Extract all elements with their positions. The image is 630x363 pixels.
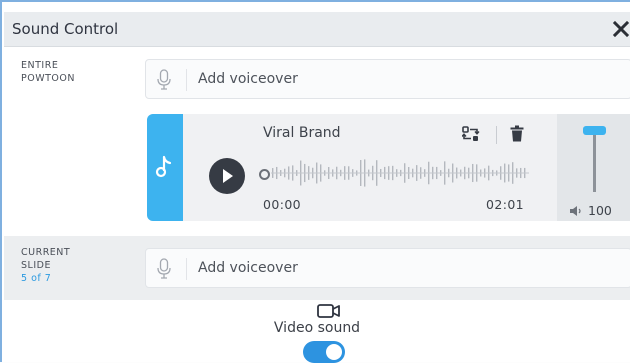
dialog-header: Sound Control <box>4 12 630 47</box>
sound-control-panel: Sound Control ENTIRE POWTOON Add voiceov… <box>0 0 630 363</box>
current-slide-voiceover-field[interactable]: Add voiceover <box>145 248 630 288</box>
play-icon <box>223 169 233 183</box>
microphone-icon <box>157 69 171 90</box>
audio-waveform[interactable] <box>271 152 529 194</box>
track-area: Viral Brand 00:00 02:01 100 <box>4 104 630 236</box>
volume-slider-track[interactable] <box>593 134 596 192</box>
speaker-icon <box>570 206 581 216</box>
microphone-icon <box>157 258 171 279</box>
volume-slider-handle[interactable] <box>583 126 606 135</box>
close-icon[interactable] <box>612 19 630 39</box>
field-divider <box>186 69 187 91</box>
waveform-baseline <box>271 172 529 174</box>
volume-control: 100 <box>557 114 630 221</box>
toggle-knob <box>326 344 342 360</box>
current-time: 00:00 <box>263 197 302 212</box>
music-note-icon <box>155 155 172 178</box>
track-duration: 02:01 <box>486 197 525 212</box>
current-slide-label: CURRENT SLIDE 5 of 7 <box>21 247 71 284</box>
playback-scrubber[interactable] <box>259 169 270 180</box>
trash-icon[interactable] <box>510 125 524 142</box>
field-divider <box>186 258 187 280</box>
add-voiceover-label: Add voiceover <box>198 71 298 87</box>
video-camera-icon <box>317 304 340 318</box>
toolbar-divider <box>496 126 497 144</box>
track-name: Viral Brand <box>263 125 341 141</box>
music-tab[interactable] <box>147 114 183 221</box>
dialog-title: Sound Control <box>12 20 119 38</box>
music-track-card: Viral Brand 00:00 02:01 <box>147 114 557 221</box>
video-sound-toggle[interactable] <box>303 341 345 363</box>
swap-track-icon[interactable] <box>462 126 480 142</box>
video-sound-label: Video sound <box>273 320 361 336</box>
entire-powtoon-label: ENTIRE POWTOON <box>21 60 75 84</box>
play-button[interactable] <box>209 158 245 194</box>
slide-count: 5 of 7 <box>21 273 52 284</box>
entire-powtoon-voiceover-field[interactable]: Add voiceover <box>145 59 630 99</box>
add-voiceover-label: Add voiceover <box>198 260 298 276</box>
volume-value: 100 <box>588 203 612 218</box>
